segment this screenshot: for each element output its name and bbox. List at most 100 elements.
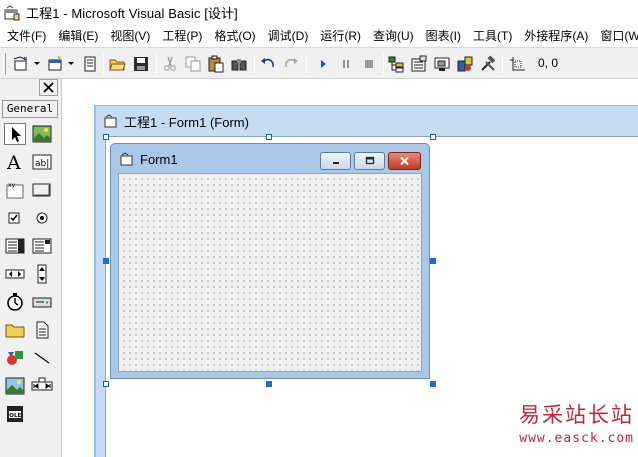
menu-addins[interactable]: 外接程序(A) [517, 25, 593, 47]
redo-button[interactable] [282, 55, 300, 73]
resize-handle-bottom-left [103, 381, 109, 387]
project-explorer-button[interactable] [387, 55, 405, 73]
toolbar-grip[interactable] [3, 53, 6, 75]
drive-icon [32, 297, 52, 308]
optionbutton-tool[interactable] [31, 207, 53, 229]
line-icon [34, 352, 50, 364]
maximize-icon [365, 156, 374, 165]
toolbox-panel: General A ab| xy OLE [0, 79, 62, 457]
menu-editor-icon [84, 56, 96, 72]
checkbox-icon [8, 212, 20, 224]
menu-run[interactable]: 运行(R) [313, 25, 366, 47]
open-folder-icon [109, 59, 126, 71]
clipboard-icon [208, 55, 224, 73]
command-button-icon [32, 183, 51, 197]
menu-debug[interactable]: 调试(D) [261, 25, 314, 47]
resize-handle-bottom[interactable] [266, 381, 272, 387]
stopwatch-icon [7, 293, 23, 311]
start-button[interactable] [314, 55, 332, 73]
shape-tool[interactable] [4, 347, 26, 369]
pointer-arrow-icon [12, 127, 21, 142]
image-tool[interactable] [4, 375, 26, 397]
menu-file[interactable]: 文件(F) [0, 25, 51, 47]
menu-query[interactable]: 查询(U) [366, 25, 419, 47]
form-maximize-button[interactable] [354, 152, 385, 170]
find-button[interactable] [230, 55, 248, 73]
checkbox-tool[interactable] [4, 207, 26, 229]
copy-button[interactable] [184, 55, 202, 73]
undo-icon [261, 58, 274, 68]
object-browser-button[interactable] [456, 55, 474, 73]
label-tool[interactable]: A [4, 151, 26, 173]
break-button[interactable] [337, 55, 355, 73]
toolbox-close-button[interactable] [39, 79, 58, 96]
menu-editor-button[interactable] [81, 55, 99, 73]
paste-button[interactable] [207, 55, 225, 73]
undo-button[interactable] [259, 55, 277, 73]
listbox-icon [32, 238, 52, 254]
picturebox-tool[interactable] [31, 123, 53, 145]
resize-handle-bottom-right[interactable] [430, 381, 436, 387]
listbox-tool[interactable] [31, 235, 53, 257]
filelistbox-tool[interactable] [31, 319, 53, 341]
add-project-dropdown-icon[interactable] [34, 62, 40, 65]
add-form-button[interactable] [46, 55, 64, 73]
watermark-text: 易采站长站 [519, 403, 634, 427]
menu-diagram[interactable]: 图表(I) [419, 25, 466, 47]
object-browser-icon [457, 56, 473, 72]
hscrollbar-tool[interactable] [4, 263, 26, 285]
resize-handle-top [266, 134, 272, 140]
form-window-icon [104, 114, 117, 128]
cut-button[interactable] [161, 55, 179, 73]
form-close-button[interactable] [388, 152, 421, 170]
toolbox-button[interactable] [479, 55, 497, 73]
line-tool[interactable] [31, 347, 53, 369]
properties-window-button[interactable] [410, 55, 428, 73]
menu-project[interactable]: 工程(P) [155, 25, 207, 47]
menu-tools[interactable]: 工具(T) [466, 25, 517, 47]
data-tool[interactable] [31, 375, 53, 397]
image-icon [5, 377, 25, 395]
combobox-tool[interactable] [4, 235, 26, 257]
pause-icon [343, 60, 349, 68]
shapes-icon [7, 351, 23, 365]
add-form-dropdown-icon[interactable] [68, 62, 74, 65]
vertical-scrollbar-icon [37, 264, 47, 284]
frame-tool[interactable]: xy [4, 179, 26, 201]
resize-handle-left[interactable] [103, 258, 109, 264]
menu-format[interactable]: 格式(O) [207, 25, 260, 47]
timer-tool[interactable] [4, 291, 26, 313]
add-project-button[interactable] [12, 55, 30, 73]
menu-edit[interactable]: 编辑(E) [51, 25, 103, 47]
save-project-button[interactable] [132, 55, 150, 73]
designer-title-bar[interactable]: 工程1 - Form1 (Form) [96, 106, 638, 136]
watermark: 易采站长站 www.easck.com [519, 399, 634, 446]
commandbutton-tool[interactable] [31, 179, 53, 201]
end-button[interactable] [360, 55, 378, 73]
position-indicator-icon [508, 55, 526, 73]
toolbox-tab-general[interactable]: General [2, 100, 58, 118]
toolbar-separator [383, 54, 384, 74]
pointer-tool[interactable] [4, 123, 26, 145]
resize-handle-right[interactable] [430, 258, 436, 264]
toolbar-separator [156, 54, 157, 74]
dirlistbox-tool[interactable] [4, 319, 26, 341]
form-grid-canvas[interactable] [118, 173, 422, 372]
label-a-icon: A [6, 152, 21, 172]
form-layout-button[interactable] [433, 55, 451, 73]
menu-window[interactable]: 窗口(W) [593, 25, 638, 47]
toolbar-separator [502, 54, 503, 74]
menu-bar: 文件(F) 编辑(E) 视图(V) 工程(P) 格式(O) 调试(D) 运行(R… [0, 25, 638, 47]
vb-app-icon [4, 4, 20, 20]
design-form[interactable]: Form1 [110, 143, 430, 379]
form-minimize-button[interactable] [320, 152, 351, 170]
textbox-tool[interactable]: ab| [31, 151, 53, 173]
form-layout-icon [434, 57, 450, 71]
vscrollbar-tool[interactable] [31, 263, 53, 285]
ole-tool[interactable]: OLE [4, 403, 26, 425]
menu-view[interactable]: 视图(V) [103, 25, 155, 47]
resize-handle-top-right [430, 134, 436, 140]
drivelistbox-tool[interactable] [31, 291, 53, 313]
toolbar-separator [306, 54, 307, 74]
open-project-button[interactable] [108, 55, 126, 73]
